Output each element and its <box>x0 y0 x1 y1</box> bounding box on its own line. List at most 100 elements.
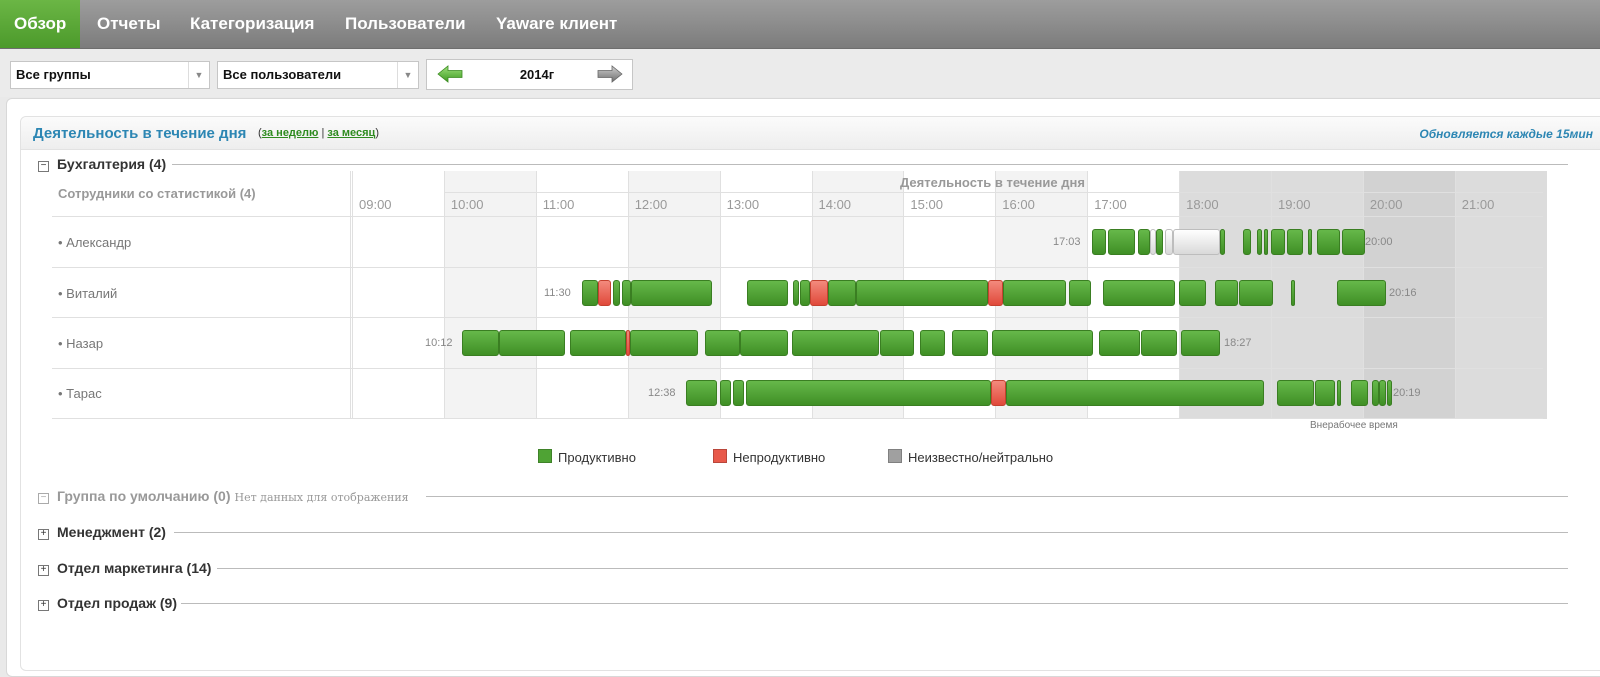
group-management[interactable]: + Менеджмент (2) <box>38 524 166 542</box>
activity-segment-productive[interactable] <box>1315 380 1336 406</box>
activity-segment-productive[interactable] <box>952 330 988 356</box>
group-default[interactable]: − Группа по умолчанию (0) Нет данных для о… <box>38 488 409 506</box>
expand-icon[interactable]: + <box>38 529 49 540</box>
activity-segment-productive[interactable] <box>747 280 788 306</box>
start-time-label: 12:38 <box>648 387 676 399</box>
activity-segment-productive[interactable] <box>622 280 632 306</box>
activity-segment-productive[interactable] <box>855 280 988 306</box>
next-year-arrow-icon[interactable] <box>597 65 623 83</box>
week-link[interactable]: за неделю <box>262 127 319 139</box>
activity-segment-productive[interactable] <box>1220 229 1226 255</box>
chevron-down-icon: ▼ <box>188 62 209 88</box>
activity-segment-productive[interactable] <box>685 380 717 406</box>
activity-segment-productive[interactable] <box>1271 229 1285 255</box>
activity-segment-productive[interactable] <box>1156 229 1163 255</box>
activity-segment-productive[interactable] <box>631 280 713 306</box>
activity-segment-productive[interactable] <box>1350 380 1369 406</box>
activity-segment-productive[interactable] <box>1238 280 1273 306</box>
activity-segment-productive[interactable] <box>1372 380 1379 406</box>
employee-name[interactable]: • Тарас <box>58 386 102 401</box>
legend-unproductive: Непродуктивно <box>713 449 825 465</box>
activity-segment-productive[interactable] <box>1337 380 1342 406</box>
activity-segment-productive[interactable] <box>1214 280 1238 306</box>
activity-segment-unproductive[interactable] <box>809 280 829 306</box>
group-accounting[interactable]: − Бухгалтерия (4) <box>38 156 166 174</box>
activity-segment-productive[interactable] <box>499 330 566 356</box>
activity-segment-productive[interactable] <box>1179 280 1206 306</box>
end-time-label: 18:27 <box>1224 337 1252 349</box>
activity-segment-productive[interactable] <box>1307 229 1313 255</box>
group-sales[interactable]: + Отдел продаж (9) <box>38 595 177 613</box>
activity-segment-productive[interactable] <box>1257 229 1262 255</box>
user-select[interactable]: Все пользователи ▼ <box>217 61 419 89</box>
group-marketing[interactable]: + Отдел маркетинга (14) <box>38 560 211 578</box>
start-time-label: 11:30 <box>544 287 571 299</box>
collapse-icon[interactable]: − <box>38 493 49 504</box>
activity-segment-unproductive[interactable] <box>598 280 612 306</box>
activity-segment-productive[interactable] <box>793 280 799 306</box>
activity-segment-productive[interactable] <box>991 330 1093 356</box>
previous-year-arrow-icon[interactable] <box>437 65 463 83</box>
hour-label: 09:00 <box>359 197 392 212</box>
activity-segment-productive[interactable] <box>1291 280 1296 306</box>
grid-line <box>350 171 351 419</box>
link-paren-close: ) <box>375 127 379 139</box>
activity-segment-productive[interactable] <box>581 280 599 306</box>
end-time-label: 20:00 <box>1365 236 1393 248</box>
activity-segment-productive[interactable] <box>1002 280 1067 306</box>
activity-segment-productive[interactable] <box>919 330 945 356</box>
activity-segment-productive[interactable] <box>1243 229 1251 255</box>
month-link[interactable]: за месяц <box>327 127 375 139</box>
activity-segment-productive[interactable] <box>1006 380 1264 406</box>
activity-segment-productive[interactable] <box>1263 229 1269 255</box>
activity-segment-productive[interactable] <box>1102 280 1176 306</box>
activity-segment-productive[interactable] <box>612 280 621 306</box>
activity-segment-productive[interactable] <box>1379 380 1386 406</box>
nav-yaware-client[interactable]: Yaware клиент <box>482 0 631 48</box>
employee-name[interactable]: • Виталий <box>58 286 117 301</box>
activity-segment-productive[interactable] <box>462 330 500 356</box>
expand-icon[interactable]: + <box>38 565 49 576</box>
activity-segment-productive[interactable] <box>1140 330 1178 356</box>
activity-segment-productive[interactable] <box>828 280 856 306</box>
activity-segment-productive[interactable] <box>1341 229 1365 255</box>
update-interval-note: Обновляется каждые 15мин <box>1419 127 1593 141</box>
current-year: 2014г <box>519 67 555 82</box>
nav-reports[interactable]: Отчеты <box>83 0 175 48</box>
activity-segment-productive[interactable] <box>1137 229 1150 255</box>
activity-segment-productive[interactable] <box>746 380 991 406</box>
activity-segment-productive[interactable] <box>1386 380 1393 406</box>
activity-segment-productive[interactable] <box>704 330 740 356</box>
collapse-icon[interactable]: − <box>38 161 49 172</box>
activity-segment-productive[interactable] <box>1108 229 1135 255</box>
activity-segment-neutral[interactable] <box>1165 229 1173 255</box>
activity-segment-productive[interactable] <box>879 330 915 356</box>
nav-overview[interactable]: Обзор <box>0 0 81 48</box>
activity-segment-unproductive[interactable] <box>987 280 1003 306</box>
activity-segment-productive[interactable] <box>1099 330 1140 356</box>
activity-segment-productive[interactable] <box>630 330 698 356</box>
employee-name[interactable]: • Назар <box>58 336 103 351</box>
nav-users[interactable]: Пользователи <box>331 0 480 48</box>
activity-segment-productive[interactable] <box>1286 229 1304 255</box>
activity-segment-productive[interactable] <box>1316 229 1340 255</box>
activity-segment-productive[interactable] <box>739 330 788 356</box>
group-label: Отдел продаж (9) <box>57 595 177 611</box>
group-divider <box>174 532 1568 533</box>
nav-categorization[interactable]: Категоризация <box>176 0 328 48</box>
activity-segment-productive[interactable] <box>719 380 731 406</box>
activity-segment-productive[interactable] <box>569 330 626 356</box>
activity-segment-productive[interactable] <box>792 330 880 356</box>
activity-segment-productive[interactable] <box>1068 280 1091 306</box>
activity-segment-productive[interactable] <box>1337 280 1386 306</box>
activity-segment-unproductive[interactable] <box>990 380 1007 406</box>
employee-name[interactable]: • Александр <box>58 235 131 250</box>
activity-segment-productive[interactable] <box>733 380 745 406</box>
group-select[interactable]: Все группы ▼ <box>10 61 210 89</box>
activity-segment-productive[interactable] <box>1091 229 1106 255</box>
activity-segment-neutral[interactable] <box>1172 229 1221 255</box>
activity-segment-productive[interactable] <box>1180 330 1221 356</box>
activity-segment-productive[interactable] <box>800 280 810 306</box>
activity-segment-productive[interactable] <box>1276 380 1315 406</box>
expand-icon[interactable]: + <box>38 600 49 611</box>
